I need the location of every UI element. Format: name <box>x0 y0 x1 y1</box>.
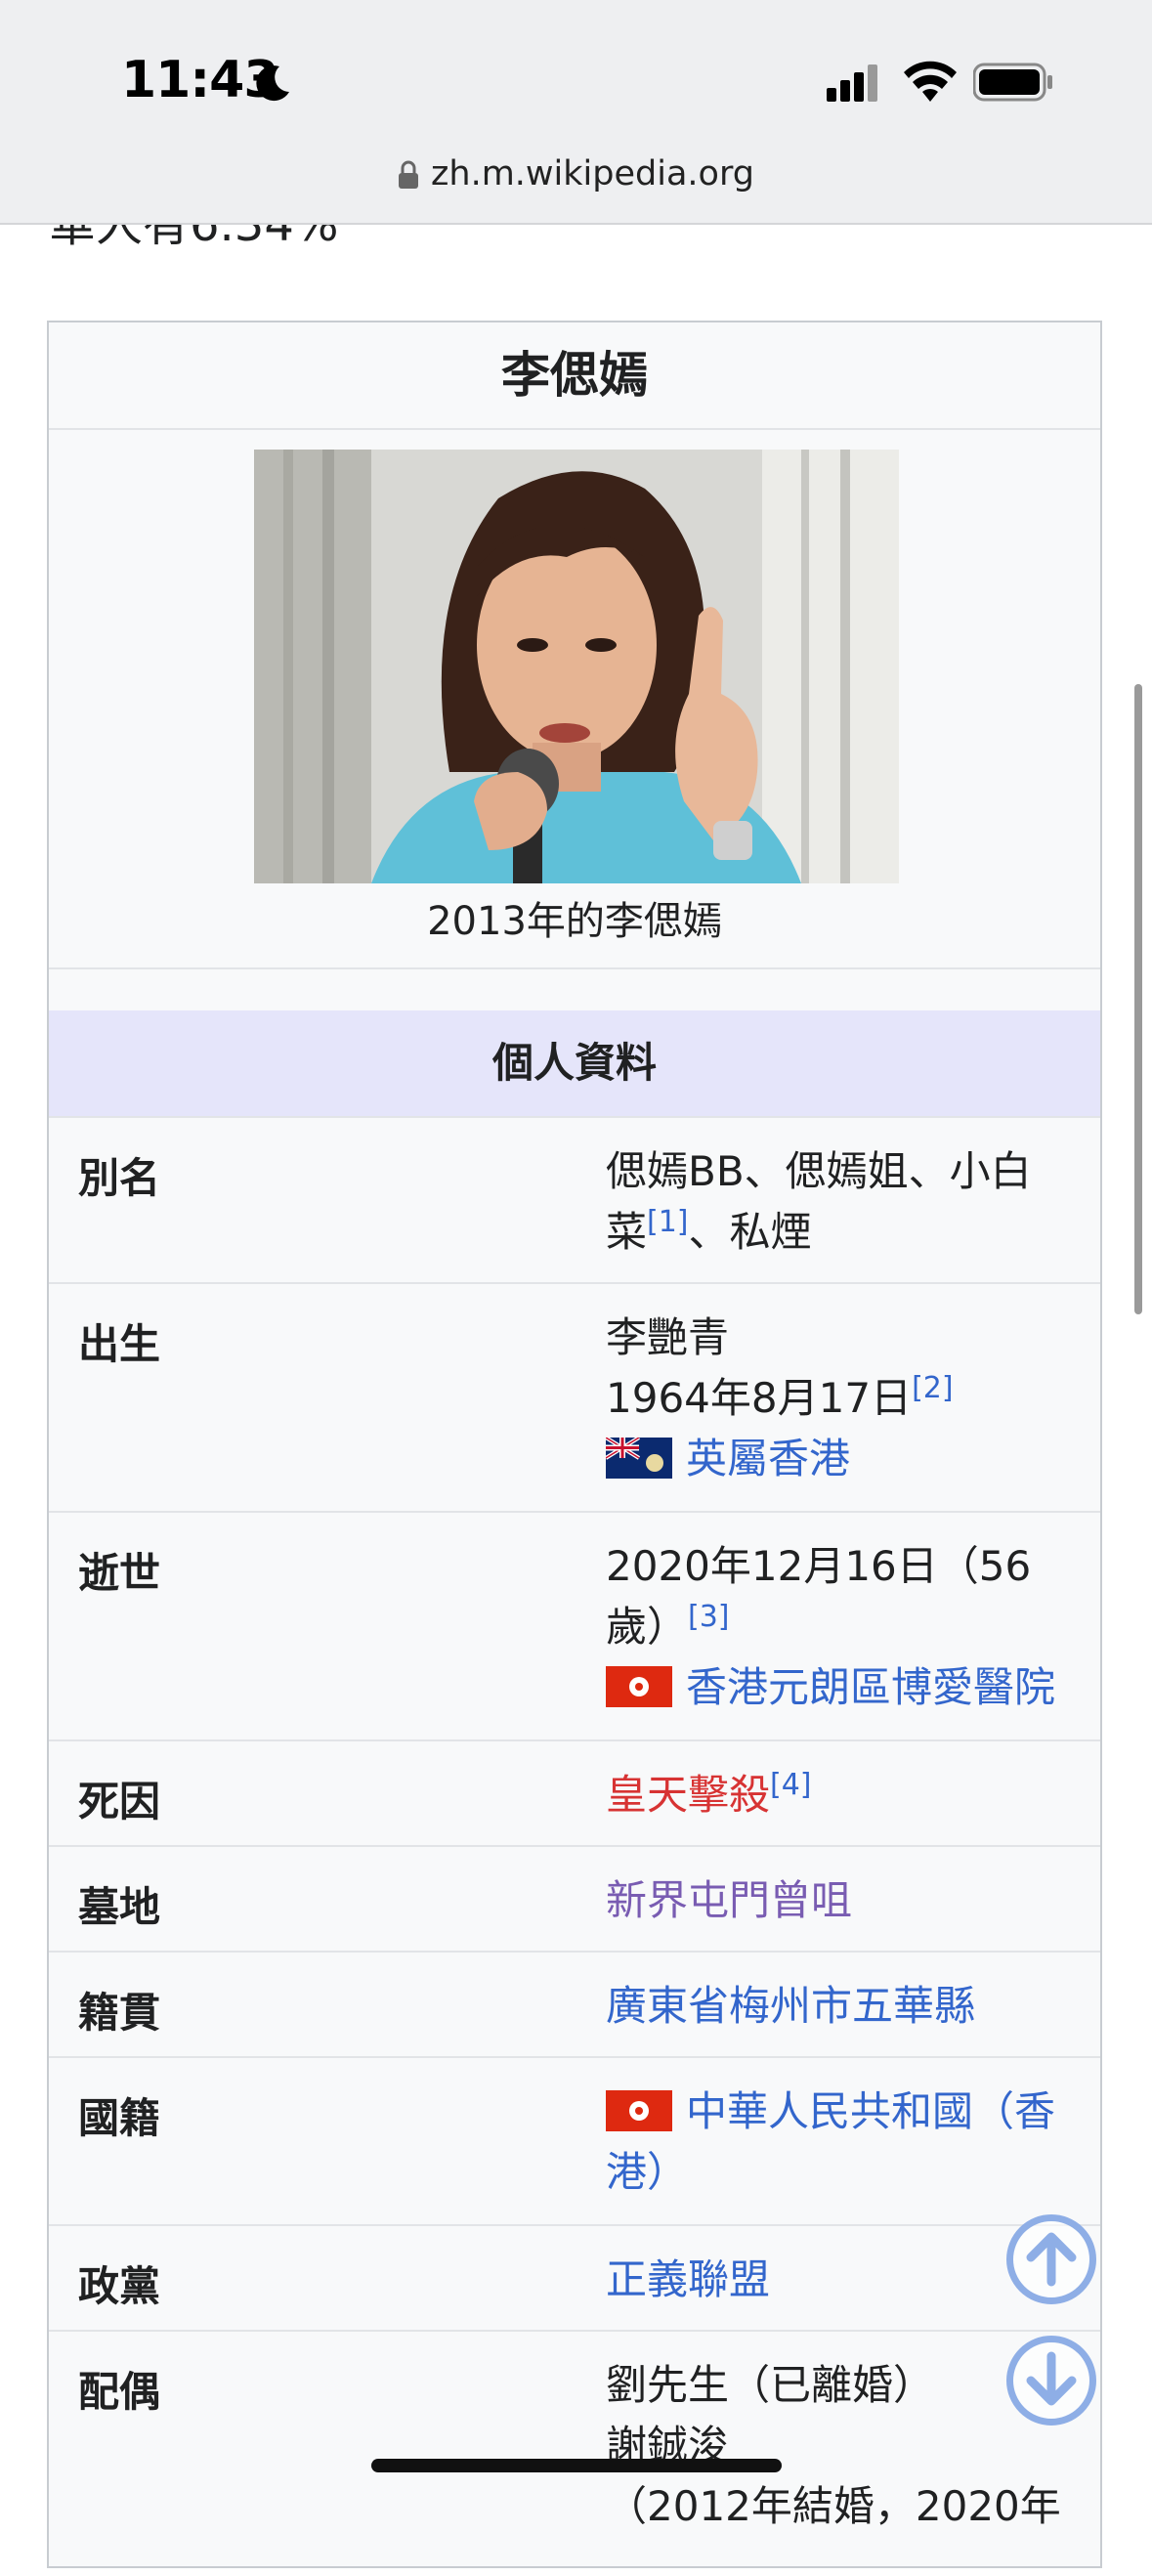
burial-link[interactable]: 新界屯門曾咀 <box>606 1876 852 1924</box>
alias-line2: 菜[1]、私煙 <box>606 1202 1085 1263</box>
death-date: 2020年12月16日（56 <box>606 1542 1032 1590</box>
url-bar[interactable]: zh.m.wikipedia.org <box>0 154 1152 193</box>
row-label: 配偶 <box>78 2368 161 2416</box>
row-value: 偲嫣BB、偲嫣姐、小白 菜[1]、私煙 <box>606 1141 1085 1263</box>
battery-icon <box>973 63 1052 102</box>
divider <box>49 967 1100 969</box>
death-age-text: 歲） <box>606 1603 689 1651</box>
scroll-down-icon <box>1026 2351 1077 2406</box>
moon-icon <box>256 65 289 102</box>
row-value: 中華人民共和國（香 港） <box>606 2082 1085 2203</box>
ancestral-home-link[interactable]: 廣東省梅州市五華縣 <box>606 1982 975 2030</box>
browser-chrome: 11:43 zh.m.wikipedia.org <box>0 0 1152 225</box>
birth-name: 李艷青 <box>606 1313 730 1361</box>
alias-line1: 偲嫣BB、偲嫣姐、小白 <box>606 1147 1032 1195</box>
infobox-title: 李偲嫣 <box>49 322 1100 430</box>
row-label: 別名 <box>78 1154 161 1202</box>
nationality-line1: 中華人民共和國（香 <box>606 2082 1085 2142</box>
row-value: 廣東省梅州市五華縣 <box>606 1976 1085 2037</box>
scroll-up-button[interactable] <box>1006 2214 1096 2304</box>
row-label: 墓地 <box>78 1883 161 1931</box>
scroll-down-button[interactable] <box>1006 2336 1096 2426</box>
row-value: 李艷青 1964年8月17日[2] 英屬香港 <box>606 1308 1085 1489</box>
row-born: 出生 李艷青 1964年8月17日[2] 英屬香港 <box>49 1282 1100 1513</box>
ref-3[interactable]: [3] <box>688 1600 730 1634</box>
death-place: 香港元朗區博愛醫院 <box>606 1657 1085 1718</box>
photo-caption: 2013年的李偲嫣 <box>427 899 722 944</box>
row-label: 國籍 <box>78 2094 161 2142</box>
row-died: 逝世 2020年12月16日（56 歲）[3] 香港元朗區博愛醫院 <box>49 1511 1100 1741</box>
infobox: 李偲嫣 2013年的李偲嫣 個人資料 別名 偲嫣BB、偲嫣姐、小白 菜[1]、私… <box>47 321 1102 2568</box>
row-label: 逝世 <box>78 1549 161 1597</box>
british-hong-kong-flag-icon <box>606 1438 672 1479</box>
ref-1[interactable]: [1] <box>647 1205 689 1239</box>
row-ancestral-home: 籍貫 廣東省梅州市五華縣 <box>49 1951 1100 2058</box>
row-cause-of-death: 死因 皇天擊殺[4] <box>49 1739 1100 1847</box>
row-value: 2020年12月16日（56 歲）[3] 香港元朗區博愛醫院 <box>606 1536 1085 1718</box>
death-age: 歲）[3] <box>606 1597 1085 1657</box>
birth-place-link[interactable]: 英屬香港 <box>686 1435 850 1482</box>
nationality-line2[interactable]: 港） <box>606 2142 1085 2203</box>
scrollbar[interactable] <box>1134 684 1142 1314</box>
party-link[interactable]: 正義聯盟 <box>606 2255 770 2303</box>
ref-4[interactable]: [4] <box>770 1768 812 1802</box>
row-value: 皇天擊殺[4] <box>606 1765 1085 1825</box>
ref-2[interactable]: [2] <box>912 1371 954 1405</box>
hong-kong-flag-icon <box>606 2090 672 2131</box>
row-label: 籍貫 <box>78 1989 161 2037</box>
row-alias: 別名 偲嫣BB、偲嫣姐、小白 菜[1]、私煙 <box>49 1116 1100 1284</box>
alias-text: 菜 <box>606 1208 648 1256</box>
url-domain: zh.m.wikipedia.org <box>431 154 754 193</box>
row-label: 死因 <box>78 1778 161 1825</box>
scroll-up-icon <box>1026 2232 1077 2287</box>
spouse-2-note: （2012年結婚，2020年 <box>606 2482 1061 2530</box>
row-party: 政黨 正義聯盟 <box>49 2224 1100 2332</box>
row-burial: 墓地 新界屯門曾咀 <box>49 1845 1100 1953</box>
row-nationality: 國籍 中華人民共和國（香 港） <box>49 2056 1100 2226</box>
alias-text-2: 、私煙 <box>688 1208 812 1256</box>
lock-icon <box>399 160 419 189</box>
row-spouse: 配偶 劉先生（已離婚） 謝鋮浚 （2012年結婚，2020年 <box>49 2330 1100 2576</box>
birth-date-text: 1964年8月17日 <box>606 1374 913 1422</box>
section-personal-info: 個人資料 <box>49 1010 1100 1116</box>
home-indicator[interactable] <box>371 2459 782 2472</box>
portrait-photo[interactable] <box>254 450 899 883</box>
row-value: 新界屯門曾咀 <box>606 1870 1085 1931</box>
cellular-signal-icon <box>827 64 877 102</box>
nationality-link[interactable]: 中華人民共和國（香 <box>686 2087 1055 2135</box>
birth-date: 1964年8月17日[2] <box>606 1368 1085 1429</box>
birth-place: 英屬香港 <box>606 1429 1085 1489</box>
wifi-icon <box>904 61 957 102</box>
cause-link[interactable]: 皇天擊殺 <box>606 1771 770 1819</box>
row-label: 政黨 <box>78 2262 161 2310</box>
death-place-link[interactable]: 香港元朗區博愛醫院 <box>686 1663 1055 1711</box>
hong-kong-flag-icon <box>606 1666 672 1707</box>
row-label: 出生 <box>78 1320 161 1368</box>
